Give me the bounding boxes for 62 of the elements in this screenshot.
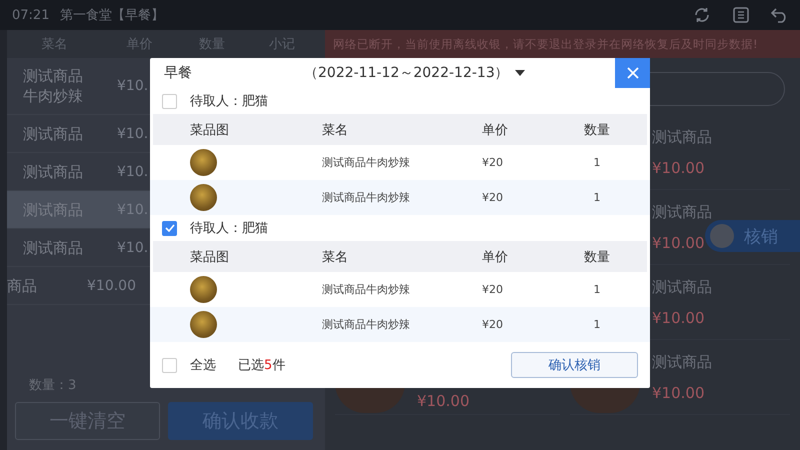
column-header: 数量: [583, 122, 611, 138]
product-name: 测试商品: [652, 203, 712, 222]
dish-name: 测试商品牛肉炒辣: [322, 155, 411, 170]
dish-price: ¥20: [482, 156, 504, 169]
close-button[interactable]: [615, 58, 650, 88]
back-icon[interactable]: [771, 8, 788, 22]
dish-name: 测试商品牛肉炒辣: [322, 282, 411, 297]
column-header: 菜品图: [190, 122, 230, 138]
confirm-button[interactable]: 确认核销: [511, 352, 638, 378]
product-price: ¥10.00: [652, 159, 706, 177]
column-header: 菜名: [322, 122, 349, 138]
product-price: ¥10.00: [652, 309, 706, 327]
column-header: 单价: [482, 122, 509, 138]
product-name: 测试商品: [652, 278, 712, 297]
product-name: 测试商品: [652, 353, 712, 372]
clock-time: 07:21: [12, 8, 50, 22]
dialog-title: 早餐: [164, 64, 193, 82]
dish-photo: [190, 149, 217, 176]
item-name: 测试商品: [23, 238, 83, 258]
dish-photo: [190, 311, 217, 338]
check-icon: [164, 224, 174, 232]
item-price: ¥10.: [117, 78, 148, 94]
item-price: ¥10.: [117, 126, 148, 142]
select-all-label: 全选: [190, 357, 216, 374]
dish-quantity: 1: [592, 283, 602, 296]
dish-name: 测试商品牛肉炒辣: [322, 190, 411, 205]
dish-name: 测试商品牛肉炒辣: [322, 317, 411, 332]
item-name: 测试商品: [23, 124, 83, 144]
dish-quantity: 1: [592, 156, 602, 169]
dish-price: ¥20: [482, 318, 504, 331]
dish-photo: [190, 276, 217, 303]
item-name: 测试商品: [23, 162, 83, 182]
product-price: ¥10.00: [417, 392, 470, 410]
close-icon: [626, 67, 638, 79]
column-header: 数量: [583, 248, 611, 266]
item-price: ¥10.00: [87, 278, 136, 294]
checkbox[interactable]: [162, 94, 177, 108]
checkbox[interactable]: [162, 358, 177, 372]
canteen-title: 第一食堂【早餐】: [60, 7, 165, 24]
list-icon[interactable]: [733, 7, 749, 23]
item-price: ¥10.: [117, 164, 148, 180]
sync-icon[interactable]: [693, 6, 711, 24]
column-header: 菜品图: [190, 248, 230, 266]
product-price: ¥10.00: [652, 384, 706, 402]
date-range-dropdown[interactable]: （2022-11-12～2022-12-13）: [304, 64, 525, 82]
pickup-person: 待取人：肥猫: [190, 220, 268, 237]
dish-photo: [190, 184, 217, 211]
dish-quantity: 1: [592, 191, 602, 204]
dish-price: ¥20: [482, 191, 504, 204]
item-name: 测试商品牛肉炒辣: [23, 66, 83, 106]
dish-price: ¥20: [482, 283, 504, 296]
item-name: 商品: [7, 276, 38, 296]
selected-count: 已选5件: [238, 357, 286, 374]
caret-icon: [514, 70, 525, 76]
column-header: 单价: [482, 248, 509, 266]
product-price: ¥10.00: [652, 234, 706, 252]
checkbox[interactable]: [162, 220, 177, 236]
column-header: 菜名: [322, 248, 349, 266]
pickup-person: 待取人：肥猫: [190, 93, 268, 110]
product-name: 测试商品: [652, 128, 712, 147]
item-price: ¥10.: [117, 240, 148, 256]
dish-quantity: 1: [592, 318, 602, 331]
